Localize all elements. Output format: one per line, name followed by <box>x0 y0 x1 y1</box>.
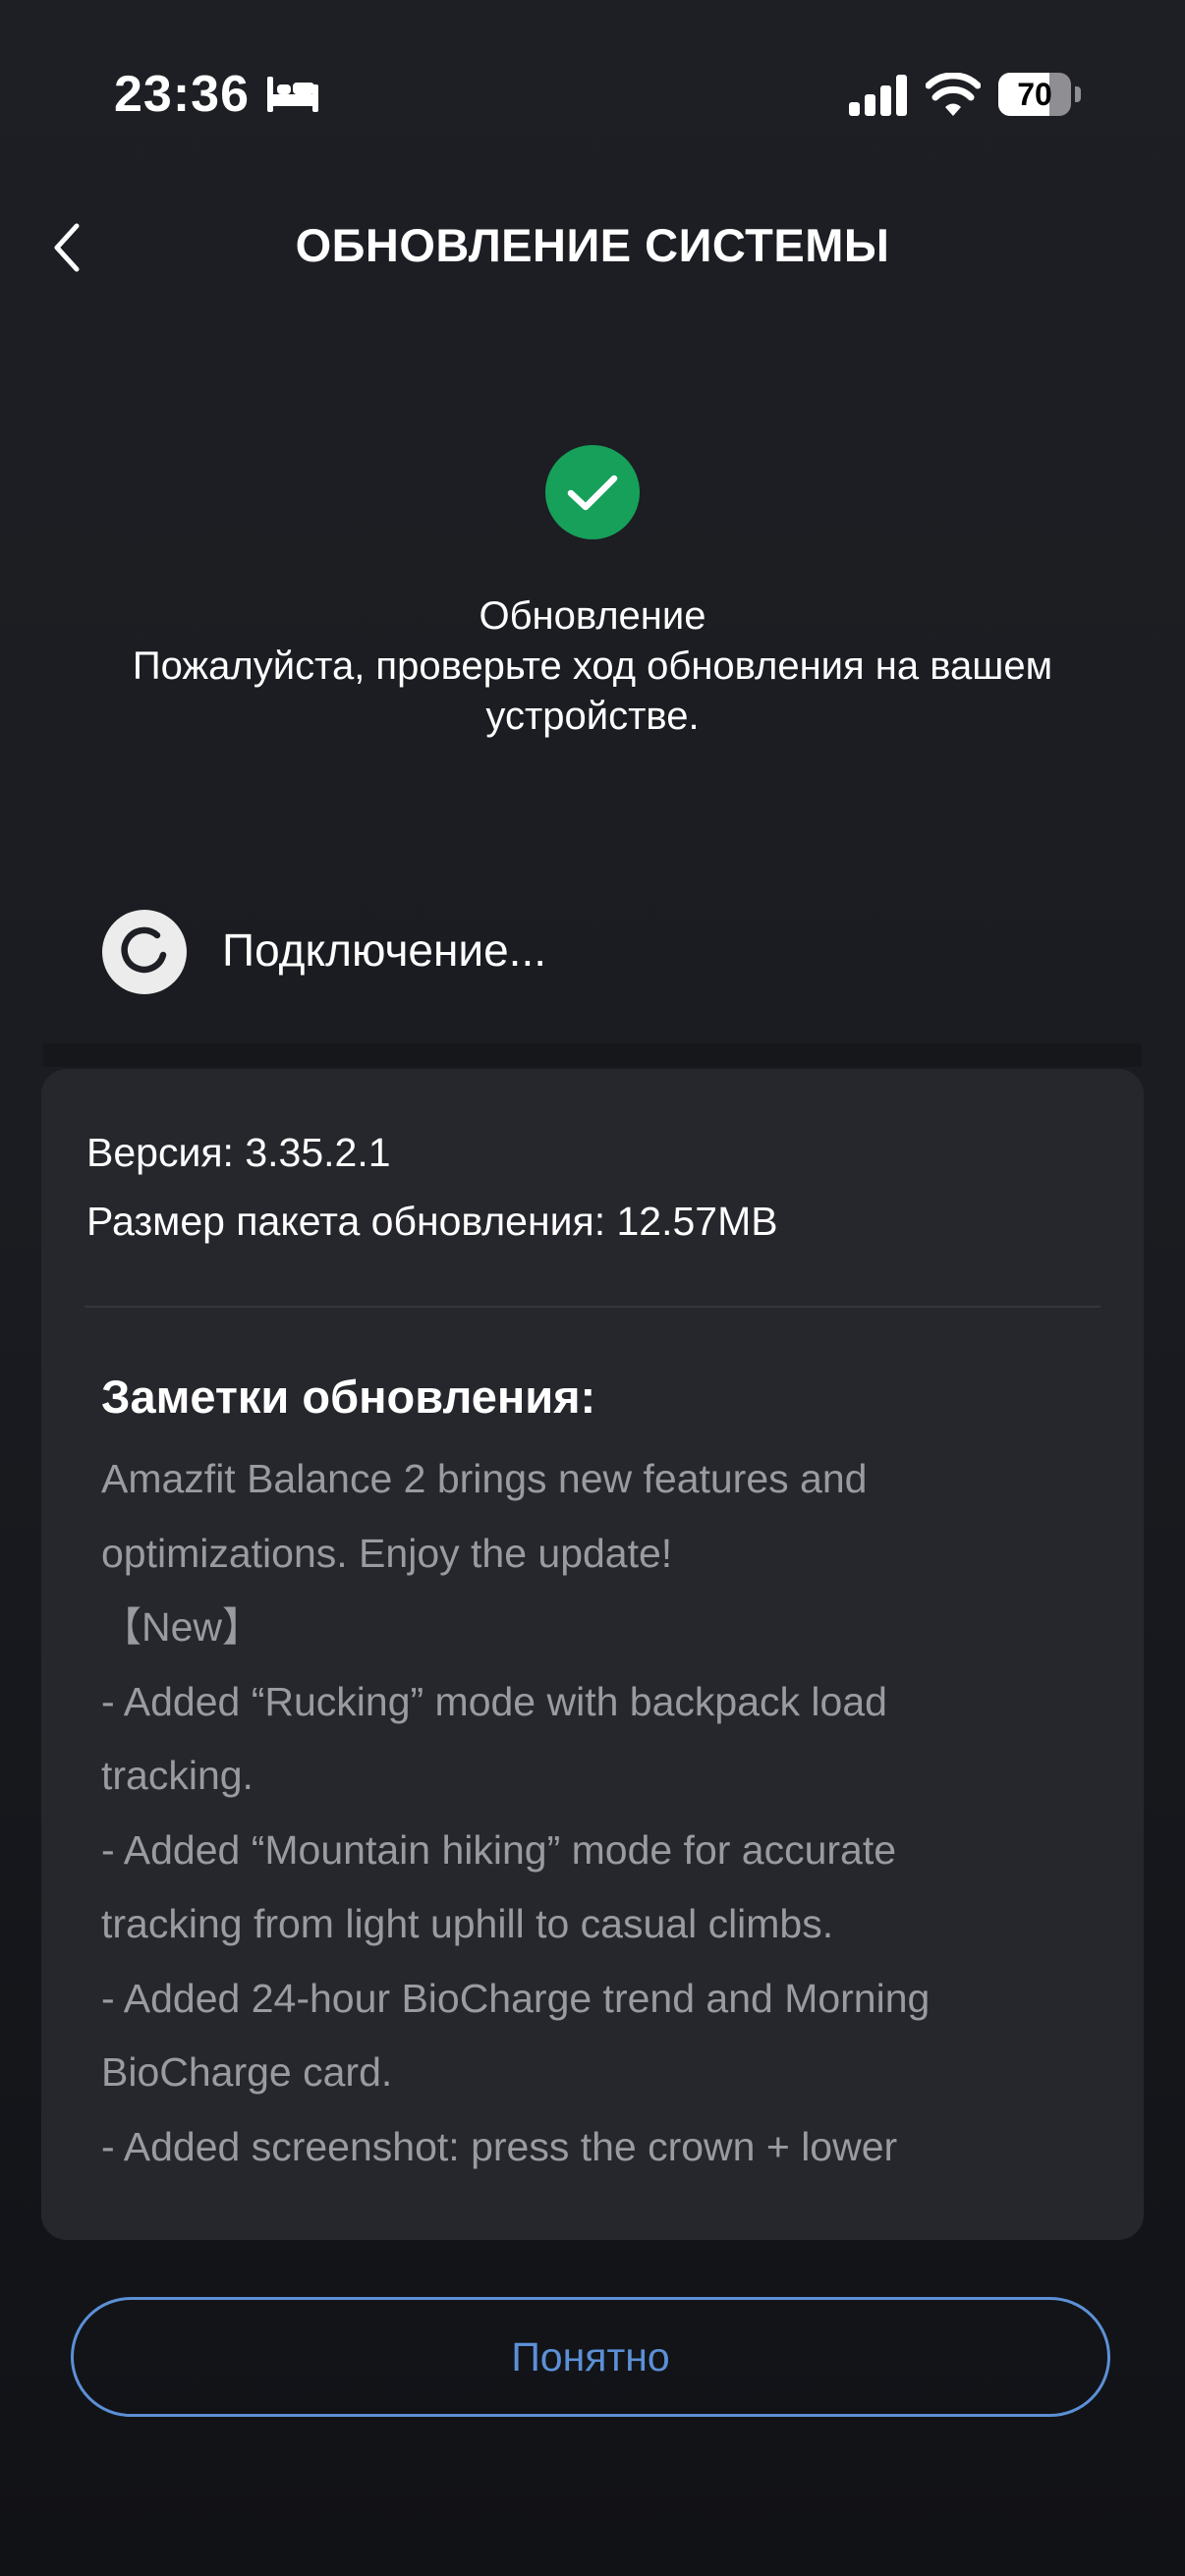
release-notes-line: Amazfit Balance 2 brings new features an… <box>101 1456 868 1501</box>
release-notes-line: tracking. <box>101 1753 254 1798</box>
update-status-line2: устройстве. <box>485 695 700 738</box>
status-bar: 23:36 70 <box>0 0 1185 187</box>
update-status-title: Обновление <box>479 594 706 638</box>
release-notes-title: Заметки обновления: <box>101 1371 596 1423</box>
battery-level-text: 70 <box>1017 77 1052 112</box>
connecting-label: Подключение... <box>222 924 547 976</box>
package-size-text: Размер пакета обновления: 12.57MB <box>86 1199 778 1244</box>
release-notes-body[interactable]: Amazfit Balance 2 brings new features an… <box>101 1442 1094 2184</box>
update-info-card: Версия: 3.35.2.1 Размер пакета обновлени… <box>41 1069 1144 2240</box>
release-notes-line: - Added “Mountain hiking” mode for accur… <box>101 1826 897 1873</box>
release-notes-line: - Added “Rucking” mode with backpack loa… <box>101 1678 887 1724</box>
loading-arc-icon <box>121 926 167 974</box>
release-notes-line: optimizations. Enjoy the update! <box>101 1530 673 1576</box>
battery-body: 70 <box>998 73 1071 116</box>
battery-tip <box>1075 86 1081 102</box>
release-notes-line: BioCharge card. <box>101 2049 393 2095</box>
success-check-icon <box>545 445 640 539</box>
spinner-icon <box>102 910 187 994</box>
update-status-line1: Пожалуйста, проверьте ход обновления на … <box>132 644 1053 688</box>
page-title: ОБНОВЛЕНИЕ СИСТЕМЫ <box>295 219 890 271</box>
release-notes-line: 【New】 <box>101 1604 263 1650</box>
signal-icon <box>849 75 907 116</box>
status-time: 23:36 <box>114 66 250 123</box>
card-divider <box>85 1306 1100 1308</box>
release-notes-line: - Added screenshot: press the crown + lo… <box>101 2123 898 2169</box>
wifi-icon <box>926 73 981 116</box>
bed-icon <box>267 77 318 112</box>
ok-button[interactable]: Понятно <box>71 2297 1110 2417</box>
section-divider <box>43 1043 1142 1067</box>
release-notes-line: - Added 24-hour BioCharge trend and Morn… <box>101 1975 931 2021</box>
update-status-message: Обновление Пожалуйста, проверьте ход обн… <box>59 591 1126 742</box>
release-notes-line: tracking from light uphill to casual cli… <box>101 1901 834 1946</box>
battery-icon: 70 <box>998 73 1081 116</box>
check-icon <box>567 475 618 511</box>
version-text: Версия: 3.35.2.1 <box>86 1130 391 1175</box>
